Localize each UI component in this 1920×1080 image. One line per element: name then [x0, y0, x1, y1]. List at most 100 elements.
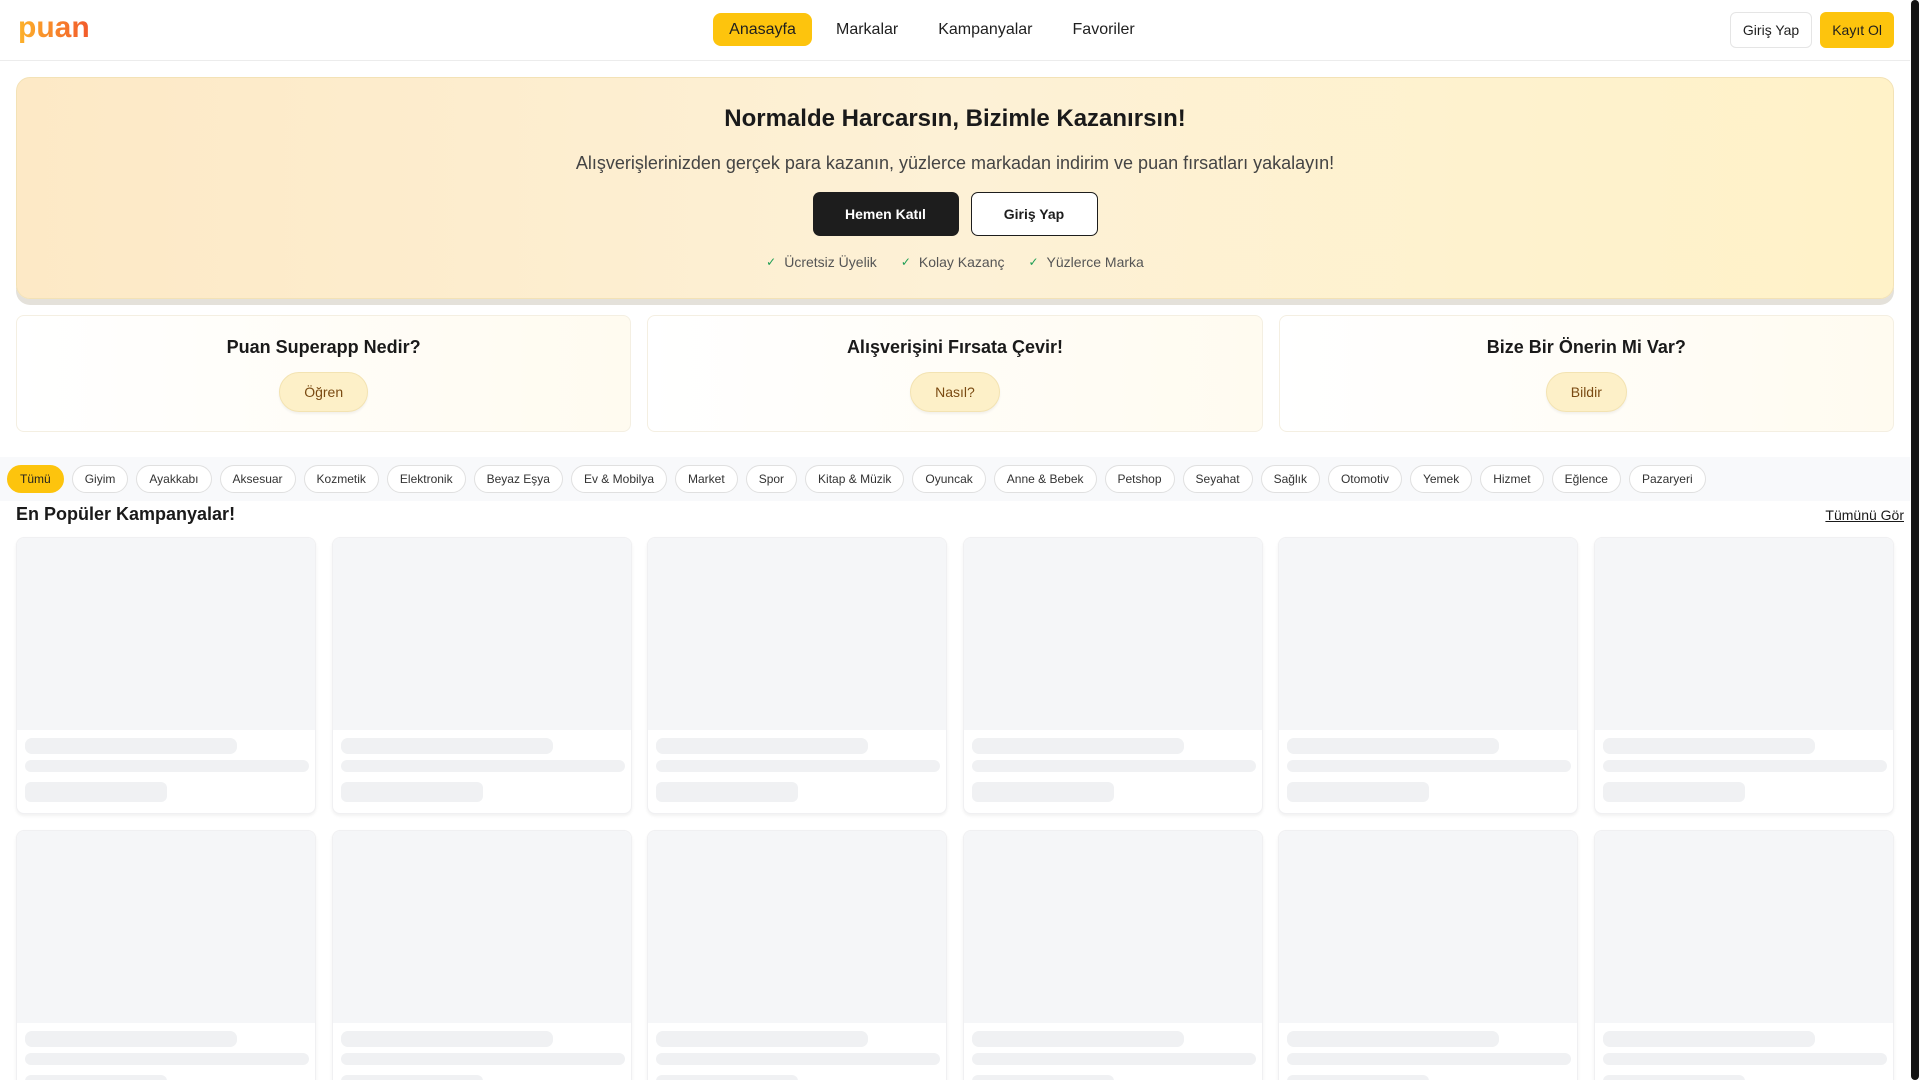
skeleton-line [1602, 738, 1815, 754]
skeleton-line [1287, 782, 1430, 802]
perk-label: Ücretsiz Üyelik [784, 254, 877, 270]
campaign-card-skeleton[interactable] [331, 537, 632, 814]
main-nav: Anasayfa Markalar Kampanyalar Favoriler [713, 13, 1151, 46]
top-navbar: puan Anasayfa Markalar Kampanyalar Favor… [0, 0, 1910, 61]
perk-label: Yüzlerce Marka [1046, 254, 1144, 270]
skeleton-line [971, 760, 1256, 772]
see-all-link[interactable]: Tümünü Gör [1825, 507, 1904, 523]
category-chip[interactable]: Seyahat [1182, 465, 1253, 493]
perk-label: Kolay Kazanç [918, 254, 1005, 270]
skeleton-line [1287, 1053, 1572, 1065]
skeleton-image [332, 831, 631, 1023]
skeleton-line [340, 760, 625, 772]
skeleton-image [1594, 831, 1893, 1023]
hero-banner: Normalde Harcarsın, Bizimle Kazanırsın! … [16, 77, 1894, 299]
skeleton-line [25, 738, 237, 754]
campaign-card-skeleton[interactable] [1593, 537, 1894, 814]
learn-button[interactable]: Öğren [279, 372, 369, 412]
skeleton-line [971, 1053, 1256, 1065]
category-chip[interactable]: Elektronik [386, 465, 466, 493]
perk-list: ✓ Ücretsiz Üyelik ✓ Kolay Kazanç ✓ Yüzle… [17, 254, 1893, 270]
info-card-what-is: Puan Superapp Nedir? Öğren [16, 315, 632, 432]
category-chip[interactable]: Giyim [71, 465, 129, 493]
skeleton-line [340, 1053, 625, 1065]
logo-text: puan [18, 13, 90, 44]
skeleton-line [656, 1053, 941, 1065]
info-card-title: Alışverişini Fırsata Çevir! [846, 337, 1064, 357]
campaign-card-skeleton[interactable] [1593, 830, 1894, 1080]
category-filter-bar: Tümü Giyim Ayakkabı Aksesuar Kozmetik Elektro… [0, 457, 1910, 501]
campaign-card-skeleton[interactable] [647, 537, 948, 814]
skeleton-line [1287, 738, 1500, 754]
category-chip[interactable]: Tümü [7, 465, 64, 493]
skeleton-line [340, 738, 553, 754]
info-card-opportunity: Alışverişini Fırsata Çevir! Nasıl? [647, 315, 1263, 432]
category-chip[interactable]: Oyuncak [912, 465, 986, 493]
nav-item-kampanyalar[interactable]: Kampanyalar [922, 13, 1048, 46]
campaign-card-skeleton[interactable] [16, 830, 316, 1080]
skeleton-line [656, 738, 869, 754]
nav-item-anasayfa[interactable]: Anasayfa [713, 13, 812, 46]
category-chip[interactable]: Spor [745, 465, 798, 493]
campaign-grid [16, 537, 1894, 1080]
campaign-card-skeleton[interactable] [647, 830, 948, 1080]
skeleton-line [25, 1075, 167, 1080]
category-chip[interactable]: Beyaz Eşya [473, 465, 563, 493]
skeleton-line [971, 738, 1184, 754]
skeleton-image [648, 538, 947, 730]
skeleton-line [971, 1075, 1114, 1080]
skeleton-line [1602, 760, 1887, 772]
skeleton-line [340, 1031, 553, 1047]
nav-item-favoriler[interactable]: Favoriler [1057, 13, 1151, 46]
skeleton-line [25, 782, 167, 802]
category-chip[interactable]: Petshop [1104, 465, 1175, 493]
section-title: En Popüler Kampanyalar! [16, 504, 236, 524]
category-chip[interactable]: Yemek [1409, 465, 1473, 493]
category-chip[interactable]: Sağlık [1260, 465, 1320, 493]
campaign-card-skeleton[interactable] [962, 537, 1263, 814]
campaign-card-skeleton[interactable] [1278, 830, 1579, 1080]
perk-item: ✓ Kolay Kazanç [901, 254, 1005, 270]
scrollbar-track[interactable] [1910, 0, 1920, 1080]
hero-title: Normalde Harcarsın, Bizimle Kazanırsın! [724, 105, 1186, 132]
skeleton-line [1602, 782, 1745, 802]
category-chip[interactable]: Kitap & Müzik [805, 465, 905, 493]
category-chip[interactable]: Otomotiv [1327, 465, 1402, 493]
category-chip[interactable]: Market [675, 465, 738, 493]
category-chip[interactable]: Ayakkabı [136, 465, 212, 493]
how-button[interactable]: Nasıl? [910, 372, 1000, 412]
login-button[interactable]: Giriş Yap [1729, 12, 1813, 48]
skeleton-line [25, 760, 309, 772]
skeleton-line [1602, 1075, 1745, 1080]
category-chip[interactable]: Ev & Mobilya [570, 465, 667, 493]
skeleton-image [1279, 831, 1578, 1023]
skeleton-line [1287, 1031, 1500, 1047]
nav-item-markalar[interactable]: Markalar [820, 13, 914, 46]
register-button[interactable]: Kayıt Ol [1820, 12, 1894, 48]
info-cards: Puan Superapp Nedir? Öğren Alışverişini … [16, 315, 1894, 432]
category-chip[interactable]: Hizmet [1480, 465, 1544, 493]
hero-actions: Hemen Katıl Giriş Yap [17, 192, 1893, 236]
skeleton-line [971, 1031, 1184, 1047]
skeleton-image [17, 538, 315, 730]
category-chip[interactable]: Kozmetik [303, 465, 379, 493]
campaign-card-skeleton[interactable] [962, 830, 1263, 1080]
scrollbar-thumb[interactable] [1911, 0, 1919, 1080]
hero-login-button[interactable]: Giriş Yap [970, 192, 1098, 236]
report-button[interactable]: Bildir [1545, 372, 1627, 412]
join-now-button[interactable]: Hemen Katıl [812, 192, 959, 236]
campaign-card-skeleton[interactable] [16, 537, 316, 814]
skeleton-line [340, 1075, 483, 1080]
category-chip[interactable]: Anne & Bebek [993, 465, 1097, 493]
auth-buttons: Giriş Yap Kayıt Ol [1729, 12, 1894, 48]
puan-logo[interactable]: puan [18, 13, 114, 45]
hero-subtitle: Alışverişlerinizden gerçek para kazanın,… [575, 153, 1335, 173]
category-chip[interactable]: Aksesuar [219, 465, 296, 493]
skeleton-line [340, 782, 483, 802]
category-chip[interactable]: Pazaryeri [1628, 465, 1706, 493]
campaign-card-skeleton[interactable] [1278, 537, 1579, 814]
campaign-card-skeleton[interactable] [331, 830, 632, 1080]
category-chip[interactable]: Eğlence [1551, 465, 1621, 493]
skeleton-line [1602, 1053, 1887, 1065]
skeleton-image [963, 831, 1262, 1023]
